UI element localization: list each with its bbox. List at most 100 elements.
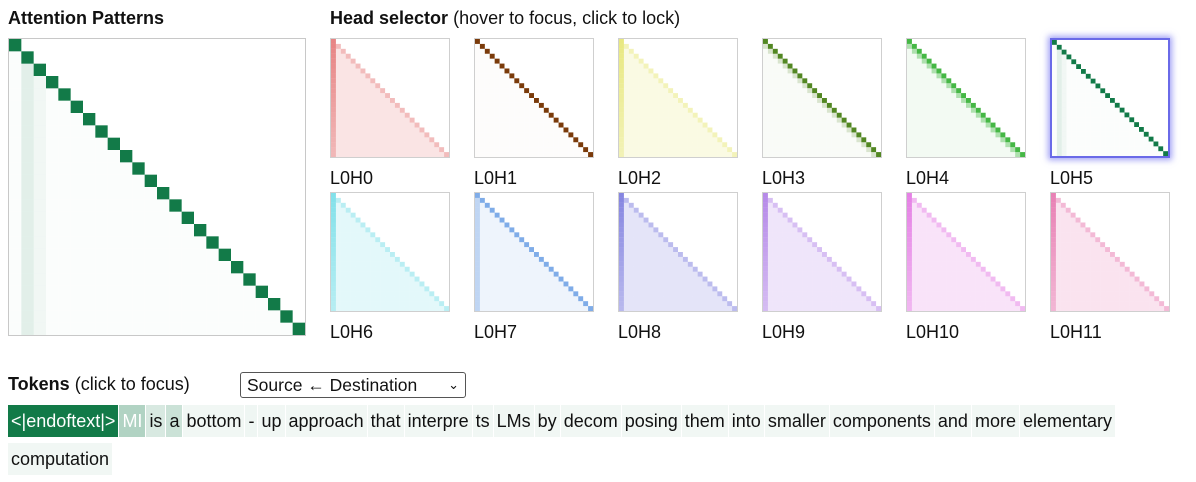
head-thumbnail-cell xyxy=(578,142,584,148)
token[interactable]: and xyxy=(934,405,972,437)
token[interactable]: smaller xyxy=(764,405,830,437)
head-thumbnail-cell xyxy=(365,122,371,128)
head-thumbnail-cell xyxy=(966,122,971,128)
tokens-hint: (click to focus) xyxy=(74,374,190,394)
head-thumbnail-cell xyxy=(485,113,490,118)
token[interactable]: them xyxy=(681,405,729,437)
head-thumbnail-cell xyxy=(658,147,664,153)
head-thumbnail-cell xyxy=(1129,151,1134,156)
head-thumbnail-cell xyxy=(340,147,346,153)
head-thumbnail-cell xyxy=(1067,113,1072,118)
head-thumbnail-cell xyxy=(619,98,624,103)
token[interactable]: more xyxy=(971,405,1020,437)
token[interactable]: approach xyxy=(285,405,368,437)
head-thumbnail-l0h11[interactable] xyxy=(1050,192,1170,312)
head-thumbnail-cell xyxy=(638,117,644,123)
head-thumbnail-cell xyxy=(1120,142,1125,147)
head-thumbnail-cell xyxy=(663,296,669,302)
token[interactable]: posing xyxy=(621,405,682,437)
head-thumbnail-l0h9[interactable] xyxy=(762,192,882,312)
head-thumbnail-l0h10[interactable] xyxy=(906,192,1026,312)
token[interactable]: by xyxy=(534,405,561,437)
head-thumbnail-cell xyxy=(1056,98,1062,103)
head-thumbnail-cell xyxy=(1010,296,1016,302)
token[interactable]: that xyxy=(367,405,405,437)
token[interactable]: - xyxy=(245,405,259,437)
head-thumbnail-cell xyxy=(495,128,500,133)
head-thumbnail-cell xyxy=(1110,98,1115,103)
head-thumbnail-cell xyxy=(931,117,937,123)
token[interactable]: decom xyxy=(560,405,622,437)
head-thumbnail-cell xyxy=(434,296,440,302)
head-thumbnail-cell xyxy=(911,107,917,113)
head-thumbnail-cell xyxy=(956,127,962,133)
token[interactable]: MI xyxy=(119,405,147,437)
head-thumbnail-cell xyxy=(763,88,768,93)
head-thumbnail-cell xyxy=(380,252,386,257)
head-thumbnail-cell xyxy=(658,152,664,157)
head-thumbnail-cell xyxy=(678,266,683,272)
head-thumbnail-l0h4[interactable] xyxy=(906,38,1026,158)
head-thumbnail-cell xyxy=(1080,261,1086,267)
head-thumbnail-l0h8[interactable] xyxy=(618,192,738,312)
head-thumbnail-cell xyxy=(1071,79,1076,84)
token[interactable]: computation xyxy=(8,443,114,475)
head-thumbnail-cell xyxy=(1076,108,1081,113)
head-thumbnail-cell xyxy=(956,301,962,307)
head-thumbnail-l0h1[interactable] xyxy=(474,38,594,158)
head-thumbnail-cell xyxy=(941,227,947,233)
head-thumbnail-cell xyxy=(658,132,664,138)
head-thumbnail-cell xyxy=(931,247,937,252)
head-thumbnail-cell xyxy=(553,276,559,282)
direction-select[interactable]: Source ← Destination ⌄ xyxy=(240,372,466,398)
head-thumbnail-cell xyxy=(375,98,381,103)
head-thumbnail-cell xyxy=(1070,261,1076,267)
token[interactable]: is xyxy=(146,405,167,437)
head-thumbnail-cell xyxy=(1120,151,1125,156)
head-thumbnail-l0h3[interactable] xyxy=(762,38,882,158)
token[interactable]: into xyxy=(728,405,765,437)
token[interactable]: interpre xyxy=(404,405,473,437)
head-thumbnail-cell xyxy=(1149,151,1154,156)
token[interactable]: a xyxy=(166,405,184,437)
head-thumbnail-cell xyxy=(687,147,693,153)
token[interactable]: up xyxy=(258,405,286,437)
token[interactable]: LMs xyxy=(493,405,535,437)
head-thumbnail-cell xyxy=(1153,141,1159,147)
head-thumbnail-cell xyxy=(504,306,510,311)
token[interactable]: <|endoftext|> xyxy=(8,405,120,437)
head-thumbnail-cell xyxy=(682,152,688,157)
head-thumbnail-cell xyxy=(926,142,932,148)
token[interactable]: bottom xyxy=(183,405,246,437)
head-thumbnail-cell xyxy=(663,286,669,292)
head-thumbnail-cell xyxy=(475,113,480,118)
head-thumbnail-cell xyxy=(370,142,376,148)
token[interactable]: components xyxy=(829,405,935,437)
head-thumbnail-cell xyxy=(961,98,966,103)
head-thumbnail-cell xyxy=(793,108,798,113)
head-thumbnail-l0h2[interactable] xyxy=(618,38,738,158)
head-thumbnail-cell xyxy=(1065,281,1071,287)
head-thumbnail-cell xyxy=(633,68,639,74)
head-thumbnail-l0h5[interactable] xyxy=(1050,38,1170,158)
main-attention-cell xyxy=(21,63,34,76)
head-thumbnail-cell xyxy=(360,73,366,79)
main-attention-cell xyxy=(33,113,46,126)
main-attention-cell xyxy=(95,150,107,162)
head-thumbnail-cell xyxy=(773,147,778,152)
head-thumbnail-cell xyxy=(787,281,793,287)
head-thumbnail-cell xyxy=(961,276,966,282)
head-thumbnail-l0h0[interactable] xyxy=(330,38,450,158)
head-thumbnail-l0h6[interactable] xyxy=(330,192,450,312)
head-thumbnail-cell xyxy=(931,301,937,307)
head-thumbnail-cell xyxy=(1115,132,1120,137)
head-thumbnail-cell xyxy=(668,301,674,307)
head-thumbnail-cell xyxy=(538,286,544,292)
head-thumbnail-l0h7[interactable] xyxy=(474,192,594,312)
token[interactable]: elementary xyxy=(1019,405,1117,437)
head-thumbnail-cell xyxy=(782,266,788,272)
token[interactable]: ts xyxy=(472,405,494,437)
head-thumbnail-cell xyxy=(956,276,962,282)
head-thumbnail-cell xyxy=(931,237,937,243)
head-thumbnail-cell xyxy=(394,301,400,307)
